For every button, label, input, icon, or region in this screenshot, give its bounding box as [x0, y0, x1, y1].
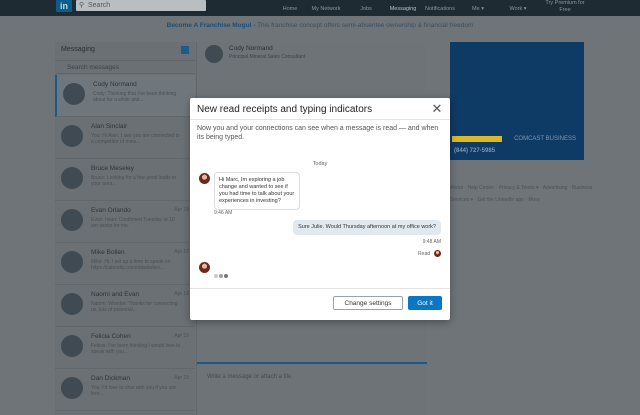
- avatar: [61, 251, 83, 273]
- close-icon[interactable]: ✕: [430, 102, 444, 116]
- day-separator: Today: [312, 161, 328, 167]
- avatar: [61, 377, 83, 399]
- banner-headline: Become A Franchise Mogul -: [166, 22, 256, 29]
- typing-dot: [214, 274, 218, 278]
- conversation-name: Alan Sinclair: [91, 123, 128, 130]
- typing-avatar: [199, 262, 210, 273]
- conversation-preview: Felicia: I've been thinking I would love…: [91, 343, 181, 355]
- nav-me[interactable]: Me ▾: [458, 6, 498, 12]
- message-search-input[interactable]: Search messages: [55, 60, 195, 74]
- conversation-item[interactable]: Felicia Cohen Apr 15 Felicia: I've been …: [55, 327, 195, 369]
- conversation-date: Apr 16: [174, 291, 189, 297]
- conversation-preview: Evan: Iniun: Confirmed Tuesday at 10 am …: [91, 217, 175, 229]
- conversation-preview: Naomi: Wonder: Thanks for connecting us,…: [91, 301, 178, 313]
- conversation-item[interactable]: Alan Sinclair You: Hi Alan, I see you ar…: [55, 117, 195, 159]
- read-receipt-avatar: [434, 250, 441, 257]
- compose-icon[interactable]: [181, 46, 189, 54]
- conversation-item[interactable]: Dan Dickman Apr 15 You: I'd love to chat…: [55, 369, 195, 411]
- got-it-button[interactable]: Got it: [408, 296, 442, 310]
- contact-name[interactable]: Cody Normand: [229, 45, 273, 52]
- global-search-input[interactable]: ⚲ Search: [76, 0, 206, 11]
- sponsored-banner[interactable]: Become A Franchise Mogul - This franchis…: [0, 18, 640, 34]
- dialog-title: New read receipts and typing indicators: [197, 104, 373, 115]
- avatar: [61, 293, 83, 315]
- read-receipts-dialog: New read receipts and typing indicators …: [190, 98, 450, 320]
- nav-my-network[interactable]: My Network: [306, 6, 346, 12]
- banner-text: This franchise concept offers semi-absen…: [257, 22, 474, 29]
- conversation-item[interactable]: Naomi and Evan Apr 16 Naomi: Wonder: Tha…: [55, 285, 195, 327]
- divider: [190, 119, 450, 120]
- messaging-title: Messaging: [61, 46, 95, 53]
- conversation-date: Apr 17: [174, 249, 189, 255]
- conversation-preview: Bruce: Looking for a few good leads in y…: [91, 175, 177, 187]
- conversation-date: Apr 15: [174, 375, 189, 381]
- nav-work[interactable]: Work ▾: [498, 6, 538, 12]
- contact-avatar: [205, 45, 223, 63]
- conversation-name: Mike Bollen: [91, 249, 125, 256]
- try-premium-link[interactable]: Try Premium for Free: [540, 0, 590, 14]
- messaging-sidebar: Messaging Search messages Cody Normand C…: [55, 42, 195, 415]
- message-timestamp: 9:46 AM: [214, 210, 233, 216]
- conversation-name: Evan Orlando: [91, 207, 131, 214]
- ad-accent-bar: [452, 136, 502, 142]
- read-receipt-label: Read: [418, 251, 430, 257]
- conversation-name: Naomi and Evan: [91, 291, 140, 298]
- ad-phone: (844) 727-5985: [454, 148, 496, 154]
- message-timestamp: 9:48 AM: [422, 239, 441, 245]
- conversation-item[interactable]: Mike Bollen Apr 17 Mike: Hi, I set up a …: [55, 243, 195, 285]
- dialog-description: Now you and your connections can see whe…: [197, 125, 439, 141]
- change-settings-button[interactable]: Change settings: [333, 296, 403, 310]
- compose-placeholder: Write a message or attach a file: [207, 374, 292, 380]
- conversation-date: Apr 15: [174, 333, 189, 339]
- linkedin-logo-icon[interactable]: in: [56, 0, 72, 12]
- nav-jobs[interactable]: Jobs: [346, 6, 386, 12]
- typing-indicator: [214, 265, 229, 283]
- footer-links[interactable]: About · Help Center · Privacy & Terms ▾ …: [450, 182, 610, 206]
- conversation-item[interactable]: Bruce Meseley Bruce: Looking for a few g…: [55, 159, 195, 201]
- avatar: [63, 83, 85, 105]
- avatar: [61, 125, 83, 147]
- conversation-name: Felicia Cohen: [91, 333, 131, 340]
- avatar: [61, 335, 83, 357]
- avatar: [61, 209, 83, 231]
- conversation-date: Apr 18: [174, 207, 189, 213]
- nav-home[interactable]: Home: [270, 6, 310, 12]
- conversation-name: Bruce Meseley: [91, 165, 134, 172]
- avatar: [61, 167, 83, 189]
- divider: [190, 288, 450, 289]
- conversation-preview: You: Hi Alan, I see you are connected to…: [91, 133, 180, 145]
- sent-message-bubble: Sure Julie. Would Thursday afternoon at …: [293, 220, 441, 235]
- search-icon: ⚲: [79, 2, 85, 9]
- conversation-name: Dan Dickman: [91, 375, 131, 382]
- nav-notifications[interactable]: Notifications: [420, 6, 460, 12]
- conversation-preview: Cody: Thinking that I've been thinking a…: [93, 91, 177, 103]
- conversation-preview: Mike: Hi, I set up a time to speak on ht…: [91, 259, 171, 271]
- conversation-item[interactable]: Cody Normand Cody: Thinking that I've be…: [55, 75, 195, 117]
- nav-messaging[interactable]: Messaging: [383, 6, 423, 12]
- received-message-bubble: Hi Marc, Im exploring a job change and w…: [214, 172, 300, 210]
- message-compose-box[interactable]: Write a message or attach a file: [197, 362, 427, 415]
- contact-subtitle: Principal Mineral Sales Consultant: [229, 54, 306, 60]
- top-navigation: in ⚲ Search Home My Network Jobs Messagi…: [0, 0, 640, 16]
- typing-dot: [224, 274, 228, 278]
- search-placeholder: Search: [88, 2, 111, 9]
- conversation-name: Cody Normand: [93, 81, 137, 88]
- advertisement[interactable]: (844) 727-5985 COMCAST BUSINESS: [450, 42, 584, 160]
- sender-avatar: [199, 173, 210, 184]
- typing-dot: [219, 274, 223, 278]
- conversation-item[interactable]: Evan Orlando Apr 18 Evan: Iniun: Confirm…: [55, 201, 195, 243]
- ad-brand: COMCAST BUSINESS: [514, 136, 576, 142]
- conversation-preview: You: I'd love to chat with you if you ar…: [91, 385, 176, 397]
